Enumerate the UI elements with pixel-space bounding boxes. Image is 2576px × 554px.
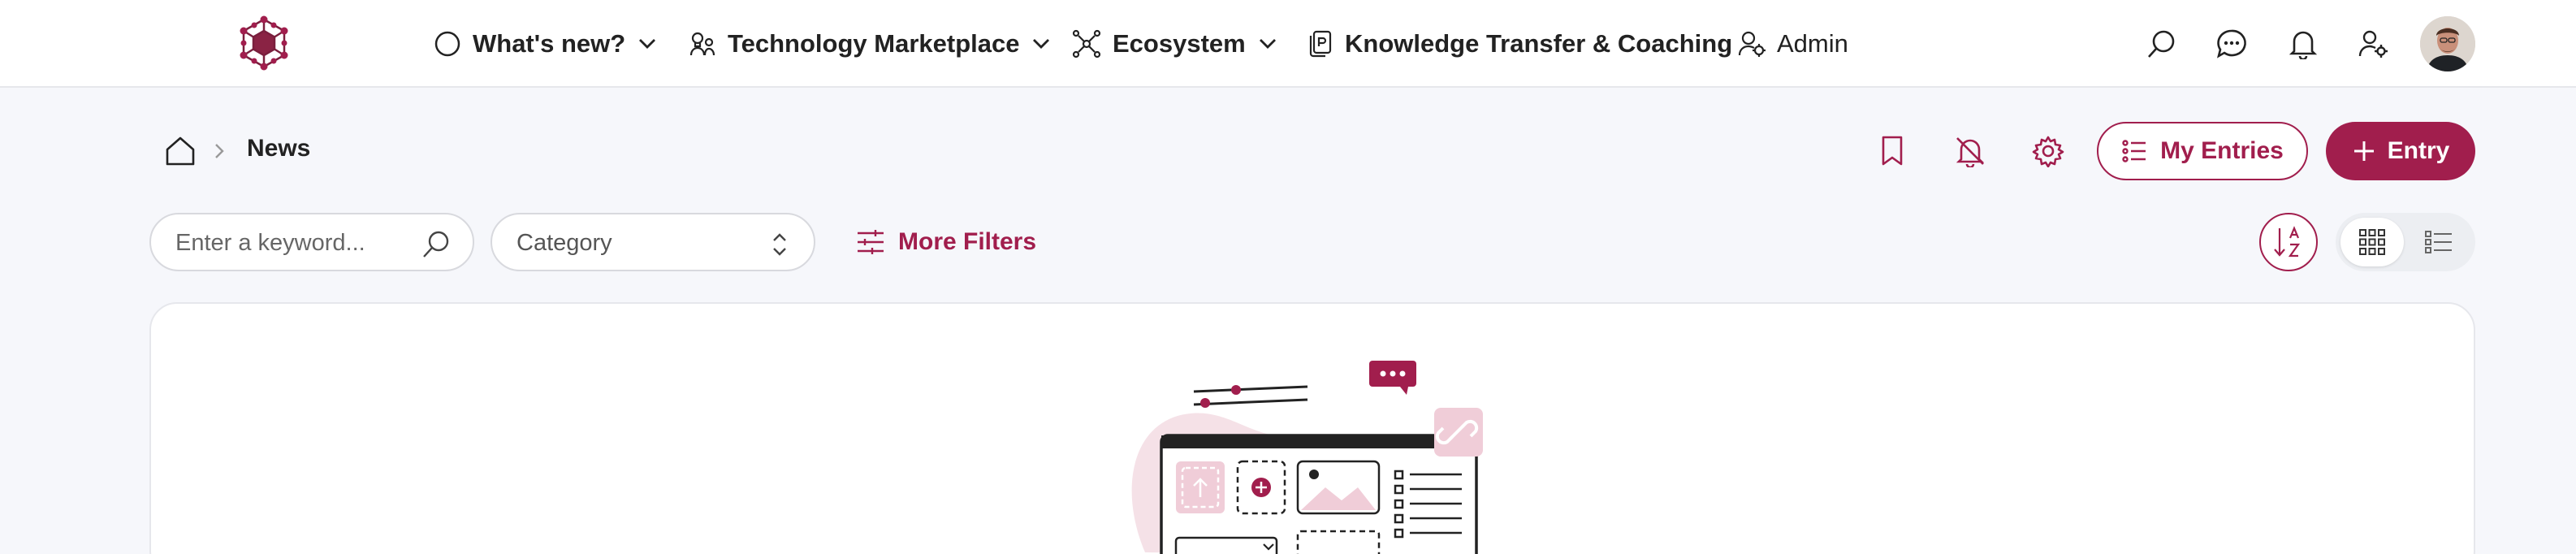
sort-az-button[interactable] bbox=[2259, 213, 2318, 271]
nav-technology-marketplace[interactable]: Technology Marketplace bbox=[689, 23, 1052, 65]
add-entry-label: Entry bbox=[2387, 137, 2450, 164]
nav-ecosystem[interactable]: Ecosystem bbox=[1072, 23, 1278, 65]
sliders-icon bbox=[858, 230, 884, 254]
hexagon-network-logo-icon[interactable] bbox=[236, 15, 292, 71]
chevron-down-icon bbox=[639, 39, 656, 49]
nav-admin[interactable]: Admin bbox=[1738, 23, 1848, 65]
my-entries-label: My Entries bbox=[2160, 137, 2284, 164]
gear-icon[interactable] bbox=[2029, 132, 2068, 171]
nav-whats-new[interactable]: What's new? bbox=[434, 23, 658, 65]
chevron-down-icon bbox=[1259, 39, 1276, 49]
lightbulb-people-icon bbox=[689, 32, 715, 56]
home-icon[interactable] bbox=[162, 133, 198, 169]
bell-off-icon[interactable] bbox=[1951, 132, 1990, 171]
bookmark-icon[interactable] bbox=[1873, 132, 1912, 171]
circle-icon bbox=[434, 31, 460, 57]
more-filters-button[interactable]: More Filters bbox=[856, 223, 1036, 262]
list-view-button[interactable] bbox=[2407, 218, 2470, 266]
list-view-icon bbox=[2425, 231, 2452, 253]
nav-ecosystem-label: Ecosystem bbox=[1113, 29, 1246, 58]
add-entry-button[interactable]: Entry bbox=[2326, 122, 2475, 180]
nav-knowledge-transfer-label: Knowledge Transfer & Coaching bbox=[1345, 29, 1733, 58]
chevron-down-icon bbox=[1033, 39, 1050, 49]
grid-icon bbox=[2359, 229, 2385, 255]
category-select-label: Category bbox=[516, 230, 612, 256]
search-icon[interactable] bbox=[2142, 24, 2181, 63]
grid-view-button[interactable] bbox=[2340, 218, 2404, 266]
my-entries-button[interactable]: My Entries bbox=[2097, 122, 2308, 180]
nav-admin-label: Admin bbox=[1777, 29, 1848, 58]
user-settings-icon[interactable] bbox=[2353, 24, 2392, 63]
search-box bbox=[149, 213, 474, 271]
search-icon[interactable] bbox=[421, 229, 452, 260]
document-icon bbox=[1309, 30, 1332, 58]
bell-icon[interactable] bbox=[2284, 24, 2323, 63]
nav-knowledge-transfer[interactable]: Knowledge Transfer & Coaching bbox=[1307, 23, 1732, 65]
breadcrumb-current: News bbox=[247, 135, 311, 162]
category-select[interactable]: Category bbox=[491, 213, 815, 271]
user-avatar[interactable] bbox=[2420, 16, 2475, 71]
sort-az-icon bbox=[2274, 226, 2301, 258]
view-toggle bbox=[2336, 213, 2475, 271]
top-navigation: What's new? Technology Marketplace Ecosy… bbox=[0, 0, 2576, 88]
list-icon bbox=[2122, 140, 2146, 162]
nav-whats-new-label: What's new? bbox=[473, 29, 626, 58]
more-filters-label: More Filters bbox=[898, 228, 1037, 255]
plus-icon bbox=[2353, 141, 2374, 161]
empty-state-illustration bbox=[1131, 361, 1483, 554]
network-icon bbox=[1072, 29, 1101, 58]
chat-icon[interactable] bbox=[2212, 24, 2251, 63]
chevron-updown-icon bbox=[773, 233, 786, 256]
nav-technology-marketplace-label: Technology Marketplace bbox=[728, 29, 1020, 58]
user-gear-icon bbox=[1738, 31, 1766, 57]
chevron-right-icon bbox=[215, 144, 224, 158]
search-input[interactable] bbox=[175, 226, 419, 260]
